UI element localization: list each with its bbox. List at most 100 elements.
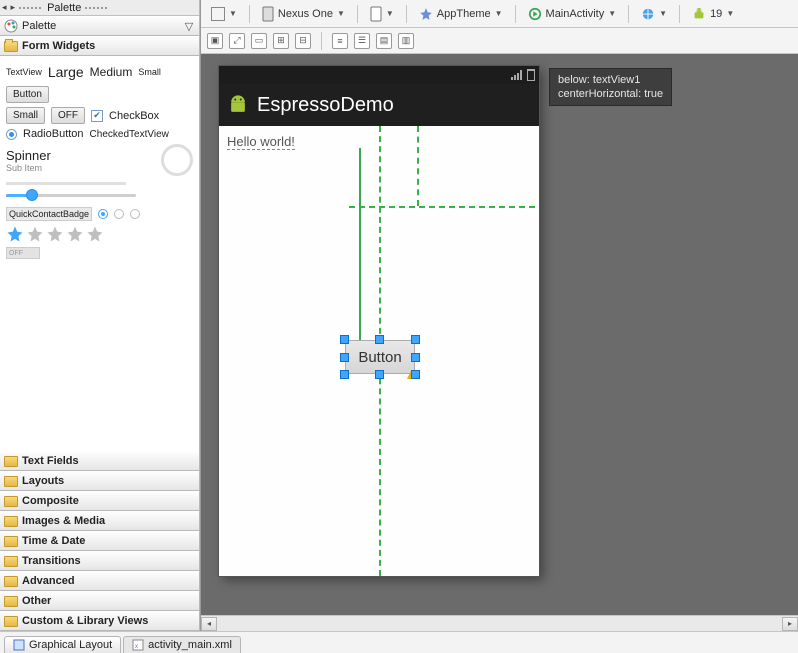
quickcontactbadge[interactable]: QuickContactBadge [6, 207, 92, 221]
radio-dot[interactable] [130, 209, 140, 219]
scroll-track[interactable] [217, 617, 782, 631]
palette-header[interactable]: Palette ▽ [0, 16, 199, 36]
cat-layouts[interactable]: Layouts [0, 471, 199, 491]
ratingbar-widget[interactable] [6, 225, 193, 243]
render-config-button[interactable]: ▼ [207, 5, 241, 23]
button-text: Button [358, 349, 401, 366]
horizontal-scrollbar[interactable]: ◂ ▸ [201, 615, 798, 631]
zoom-actual-button[interactable]: ▭ [251, 33, 267, 49]
zoom-fit-button[interactable]: ⤢ [229, 33, 245, 49]
progressbar-widget[interactable] [6, 182, 126, 185]
scroll-right-icon[interactable]: ▸ [782, 617, 798, 631]
radio-row: RadioButton CheckedTextView [6, 128, 193, 140]
folder-icon [4, 596, 18, 607]
radio-dot[interactable] [114, 209, 124, 219]
canvas[interactable]: EspressoDemo Hello world! Button [201, 54, 798, 615]
cat-label: Text Fields [22, 455, 79, 467]
zoom-out-button[interactable]: ⊟ [295, 33, 311, 49]
api-selector[interactable]: 19 ▼ [688, 5, 738, 23]
android-icon [227, 94, 249, 116]
theme-selector[interactable]: AppTheme ▼ [415, 5, 507, 23]
folder-icon [4, 616, 18, 627]
scroll-left-icon[interactable]: ◂ [201, 617, 217, 631]
chevron-down-icon: ▼ [386, 9, 394, 18]
selected-button-widget[interactable]: Button [345, 340, 415, 374]
cat-custom-library[interactable]: Custom & Library Views [0, 611, 199, 631]
radio-label[interactable]: RadioButton [23, 128, 84, 140]
cat-time-date[interactable]: Time & Date [0, 531, 199, 551]
cat-images-media[interactable]: Images & Media [0, 511, 199, 531]
locale-selector[interactable]: ▼ [637, 5, 671, 23]
zoom-in-button[interactable]: ⊞ [273, 33, 289, 49]
activity-selector[interactable]: MainActivity ▼ [524, 5, 621, 23]
widget-off-button[interactable]: OFF [51, 107, 85, 124]
app-bar: EspressoDemo [219, 84, 539, 126]
textview-row[interactable]: TextView Large Medium Small Button [6, 64, 193, 103]
checkbox-icon[interactable]: ✔ [91, 110, 103, 122]
toggle-viewport-button[interactable]: ▣ [207, 33, 223, 49]
chevron-down-icon: ▼ [229, 9, 237, 18]
phone-icon [262, 6, 274, 22]
chevron-down-icon[interactable]: ▽ [183, 20, 195, 33]
status-bar [219, 66, 539, 84]
folder-icon [4, 576, 18, 587]
hello-textview[interactable]: Hello world! [227, 134, 295, 149]
switch-widget[interactable]: OFF [6, 247, 40, 259]
cat-label: Time & Date [22, 535, 85, 547]
globe-icon [641, 7, 655, 21]
tab-label: Graphical Layout [29, 639, 112, 651]
folder-icon [4, 456, 18, 467]
guide-horizontal [349, 206, 535, 208]
arrange2-button[interactable]: ▥ [398, 33, 414, 49]
device-selector[interactable]: Nexus One ▼ [258, 4, 349, 24]
layout-toolbar: ▣ ⤢ ▭ ⊞ ⊟ ≡ ☰ ▤ ▥ [201, 28, 798, 54]
widget-small-button[interactable]: Small [6, 107, 45, 124]
guide-vertical-short [417, 126, 419, 206]
cat-transitions[interactable]: Transitions [0, 551, 199, 571]
tab-graphical-layout[interactable]: Graphical Layout [4, 636, 121, 653]
widget-button[interactable]: Button [6, 86, 49, 103]
seekbar-widget[interactable] [6, 187, 136, 203]
textview-small[interactable]: Small [138, 67, 161, 77]
orientation-selector[interactable]: ▼ [366, 4, 398, 24]
tooltip-line1: below: textView1 [558, 73, 663, 87]
folder-icon [4, 516, 18, 527]
progress-circle-icon[interactable] [161, 144, 193, 176]
layout-content[interactable]: Hello world! Button [219, 126, 539, 576]
grip-lines-icon [19, 7, 43, 9]
spinner-sub: Sub Item [6, 163, 51, 173]
form-widgets-label: Form Widgets [22, 40, 95, 52]
collapse-left-icon[interactable]: ◂ [2, 2, 7, 13]
align-button[interactable]: ≡ [332, 33, 348, 49]
hello-label: Hello world! [227, 134, 295, 150]
small-off-row: Small OFF ✔ CheckBox [6, 107, 193, 124]
distribute-button[interactable]: ☰ [354, 33, 370, 49]
palette-title: Palette [47, 2, 81, 14]
spinner-row[interactable]: Spinner Sub Item [6, 144, 193, 176]
xml-file-icon: x [132, 639, 144, 651]
radio-dot-selected[interactable] [98, 209, 108, 219]
device-frame[interactable]: EspressoDemo Hello world! Button [219, 66, 539, 576]
editor-tabs: Graphical Layout x activity_main.xml [0, 631, 798, 653]
star-icon [6, 225, 24, 243]
cat-composite[interactable]: Composite [0, 491, 199, 511]
textview-tiny[interactable]: TextView [6, 67, 42, 77]
arrange-button[interactable]: ▤ [376, 33, 392, 49]
star-icon [26, 225, 44, 243]
cat-other[interactable]: Other [0, 591, 199, 611]
cat-text-fields[interactable]: Text Fields [0, 451, 199, 471]
textview-large[interactable]: Large [48, 64, 84, 80]
checked-textview[interactable]: CheckedTextView [90, 129, 169, 140]
cat-form-widgets[interactable]: Form Widgets [0, 36, 199, 56]
theme-name: AppTheme [437, 8, 491, 20]
checkbox-label[interactable]: CheckBox [109, 110, 159, 122]
folder-open-icon [4, 41, 18, 52]
cat-advanced[interactable]: Advanced [0, 571, 199, 591]
textview-medium[interactable]: Medium [90, 65, 133, 79]
cat-label: Other [22, 595, 51, 607]
tab-xml-source[interactable]: x activity_main.xml [123, 636, 241, 653]
constraint-line [359, 148, 361, 340]
radio-icon[interactable] [6, 129, 17, 140]
collapse-right-icon[interactable]: ▸ [11, 2, 16, 13]
chevron-down-icon: ▼ [659, 9, 667, 18]
